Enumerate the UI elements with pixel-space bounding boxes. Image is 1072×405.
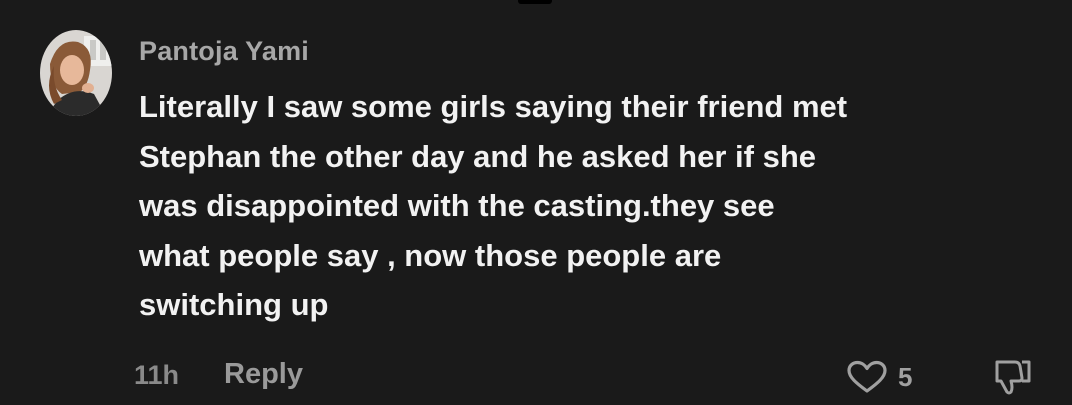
thumbs-down-outline-icon bbox=[991, 360, 1033, 399]
dislike-button[interactable] bbox=[990, 358, 1034, 398]
avatar-image bbox=[40, 30, 112, 116]
top-edge-marker bbox=[518, 0, 552, 4]
heart-outline-icon bbox=[846, 360, 888, 397]
like-count: 5 bbox=[898, 362, 913, 392]
like-button[interactable]: 5 bbox=[846, 356, 926, 396]
comment-text: Literally I saw some girls saying their … bbox=[139, 89, 848, 322]
reply-button[interactable]: Reply bbox=[224, 358, 303, 391]
timestamp: 11h bbox=[134, 360, 180, 390]
comment-author[interactable]: Pantoja Yami bbox=[139, 36, 309, 67]
comment-card: Pantoja Yami Literally I saw some girls … bbox=[0, 0, 1072, 405]
comment-footer: 11h Reply 5 bbox=[0, 352, 1072, 400]
avatar[interactable] bbox=[40, 30, 112, 116]
